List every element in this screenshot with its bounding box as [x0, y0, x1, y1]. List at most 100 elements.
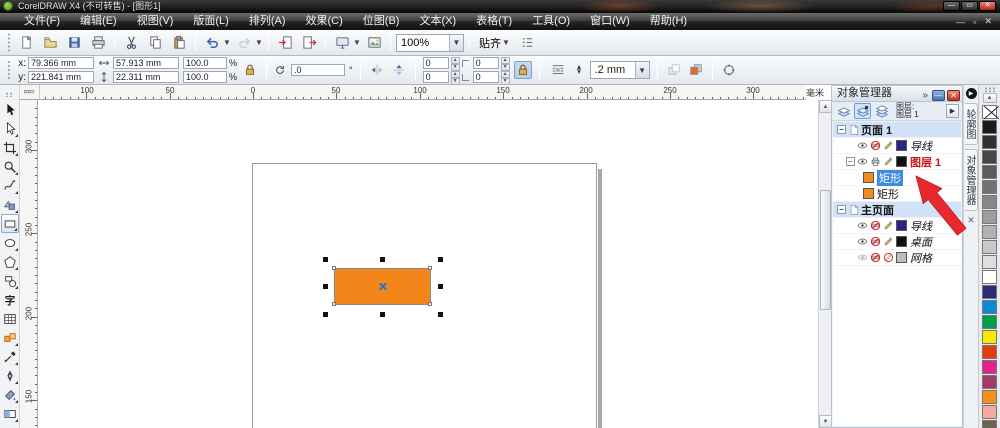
color-swatch[interactable]: [982, 165, 997, 179]
ellipse-tool[interactable]: [1, 233, 19, 252]
layer-manager-view-button[interactable]: [873, 103, 890, 119]
selection-handle[interactable]: [380, 257, 385, 262]
drawing-canvas[interactable]: [38, 100, 818, 428]
round-corners-together-button[interactable]: [514, 61, 532, 79]
vertical-scrollbar[interactable]: ▲ ▼: [818, 100, 831, 428]
color-swatch[interactable]: [982, 390, 997, 404]
open-button[interactable]: [39, 32, 61, 54]
lock-ratio-button[interactable]: [241, 61, 259, 79]
outline-width-combo[interactable]: .2 mm ▼: [590, 61, 650, 79]
rectangle-corner-node[interactable]: [428, 302, 432, 306]
eyedropper-tool[interactable]: [1, 347, 19, 366]
selection-handle[interactable]: [323, 257, 328, 262]
color-swatch[interactable]: [982, 135, 997, 149]
app-launcher-button-dropdown-icon[interactable]: ▼: [353, 38, 361, 47]
rotation-angle-field[interactable]: .0: [291, 64, 345, 76]
redo-button[interactable]: [233, 32, 255, 54]
corner-tl-field[interactable]: 0: [423, 57, 449, 69]
doc-close-button[interactable]: ✕: [984, 16, 992, 27]
save-button[interactable]: [63, 32, 85, 54]
zoom-level-combo[interactable]: 100%▼: [396, 34, 464, 52]
menu-tools[interactable]: 工具(O): [522, 13, 580, 30]
to-back-button[interactable]: [687, 61, 705, 79]
color-swatch[interactable]: [982, 300, 997, 314]
menu-effects[interactable]: 效果(C): [296, 13, 353, 30]
tab-contour[interactable]: 轮廓图: [965, 103, 978, 145]
color-swatch[interactable]: [982, 120, 997, 134]
freehand-tool[interactable]: [1, 176, 19, 195]
master-guides-row[interactable]: 导线: [833, 218, 961, 234]
menu-text[interactable]: 文本(X): [409, 13, 466, 30]
new-document-button[interactable]: [15, 32, 37, 54]
tree-item-label[interactable]: 主页面: [861, 202, 894, 218]
snap-to-button[interactable]: 贴齐▼: [475, 33, 514, 53]
tree-expand-icon[interactable]: −: [837, 205, 846, 214]
eye-icon[interactable]: [857, 236, 869, 248]
selection-handle[interactable]: [323, 284, 328, 289]
toolbar-grip[interactable]: [6, 33, 11, 52]
object-height-field[interactable]: 22.311 mm: [113, 71, 179, 83]
noprint-icon[interactable]: [870, 140, 882, 152]
menu-edit[interactable]: 编辑(E): [70, 13, 127, 30]
color-swatch[interactable]: [982, 195, 997, 209]
color-swatch[interactable]: [982, 405, 997, 419]
docker-quick-flyout-icon[interactable]: ▶: [966, 88, 977, 99]
desktop-layer-row[interactable]: 桌面: [833, 234, 961, 250]
pencil-icon[interactable]: [883, 156, 895, 168]
print-button[interactable]: [87, 32, 109, 54]
color-swatch[interactable]: [982, 345, 997, 359]
tree-expand-icon[interactable]: −: [846, 157, 855, 166]
vertical-ruler[interactable]: 300250200150: [20, 100, 38, 428]
color-swatch[interactable]: [982, 255, 997, 269]
color-swatch[interactable]: [982, 270, 997, 284]
color-swatch[interactable]: [982, 225, 997, 239]
tree-item-label[interactable]: 导线: [910, 138, 932, 154]
docker-collapse-icon[interactable]: »: [922, 88, 928, 103]
cut-button[interactable]: [120, 32, 142, 54]
menu-file[interactable]: 文件(F): [14, 13, 70, 30]
tree-item-label[interactable]: 图层 1: [910, 154, 941, 170]
eye-icon[interactable]: [857, 156, 869, 168]
color-swatch[interactable]: [982, 285, 997, 299]
noprint-icon[interactable]: [870, 252, 882, 264]
guides-layer-row[interactable]: 导线: [833, 138, 961, 154]
pencil-icon[interactable]: [883, 236, 895, 248]
redo-button-dropdown-icon[interactable]: ▼: [255, 38, 263, 47]
x-position-field[interactable]: 79.366 mm: [28, 57, 94, 69]
convert-to-curves-button[interactable]: [720, 61, 738, 79]
show-object-properties-button[interactable]: [835, 103, 852, 119]
copy-button[interactable]: [144, 32, 166, 54]
blend-tool[interactable]: [1, 328, 19, 347]
smart-fill-tool[interactable]: [1, 195, 19, 214]
color-swatch[interactable]: [982, 150, 997, 164]
eye-icon[interactable]: [857, 220, 869, 232]
tree-item-label[interactable]: 矩形: [877, 170, 903, 186]
doc-restore-button[interactable]: ▫: [973, 17, 976, 27]
selection-handle[interactable]: [380, 312, 385, 317]
eyedim-icon[interactable]: [857, 252, 869, 264]
corner-br-spinner[interactable]: ▲▼: [501, 71, 510, 83]
y-position-field[interactable]: 221.841 mm: [28, 71, 94, 83]
menu-help[interactable]: 帮助(H): [640, 13, 697, 30]
scale-h-field[interactable]: 100.0: [183, 57, 227, 69]
zoom-tool[interactable]: [1, 157, 19, 176]
scrollbar-thumb[interactable]: [820, 190, 831, 310]
tree-expand-icon[interactable]: −: [837, 125, 846, 134]
rectangle-object-row[interactable]: 矩形: [833, 186, 961, 202]
selection-handle[interactable]: [323, 312, 328, 317]
options-button[interactable]: [516, 32, 538, 54]
interactive-fill-tool[interactable]: [1, 404, 19, 423]
scale-v-field[interactable]: 100.0: [183, 71, 227, 83]
snap-dropdown-icon[interactable]: ▼: [502, 38, 510, 47]
docker-tab-close-icon[interactable]: ✕: [964, 215, 978, 226]
pencil-icon[interactable]: [883, 220, 895, 232]
menu-arrange[interactable]: 排列(A): [239, 13, 296, 30]
close-button[interactable]: ✕: [979, 1, 996, 11]
outline-pen-tool[interactable]: [1, 366, 19, 385]
color-swatch[interactable]: [982, 240, 997, 254]
noprint-icon[interactable]: [870, 236, 882, 248]
rectangle-corner-node[interactable]: [332, 302, 336, 306]
menu-view[interactable]: 视图(V): [127, 13, 184, 30]
pick-tool[interactable]: [1, 100, 19, 119]
selection-handle[interactable]: [438, 284, 443, 289]
